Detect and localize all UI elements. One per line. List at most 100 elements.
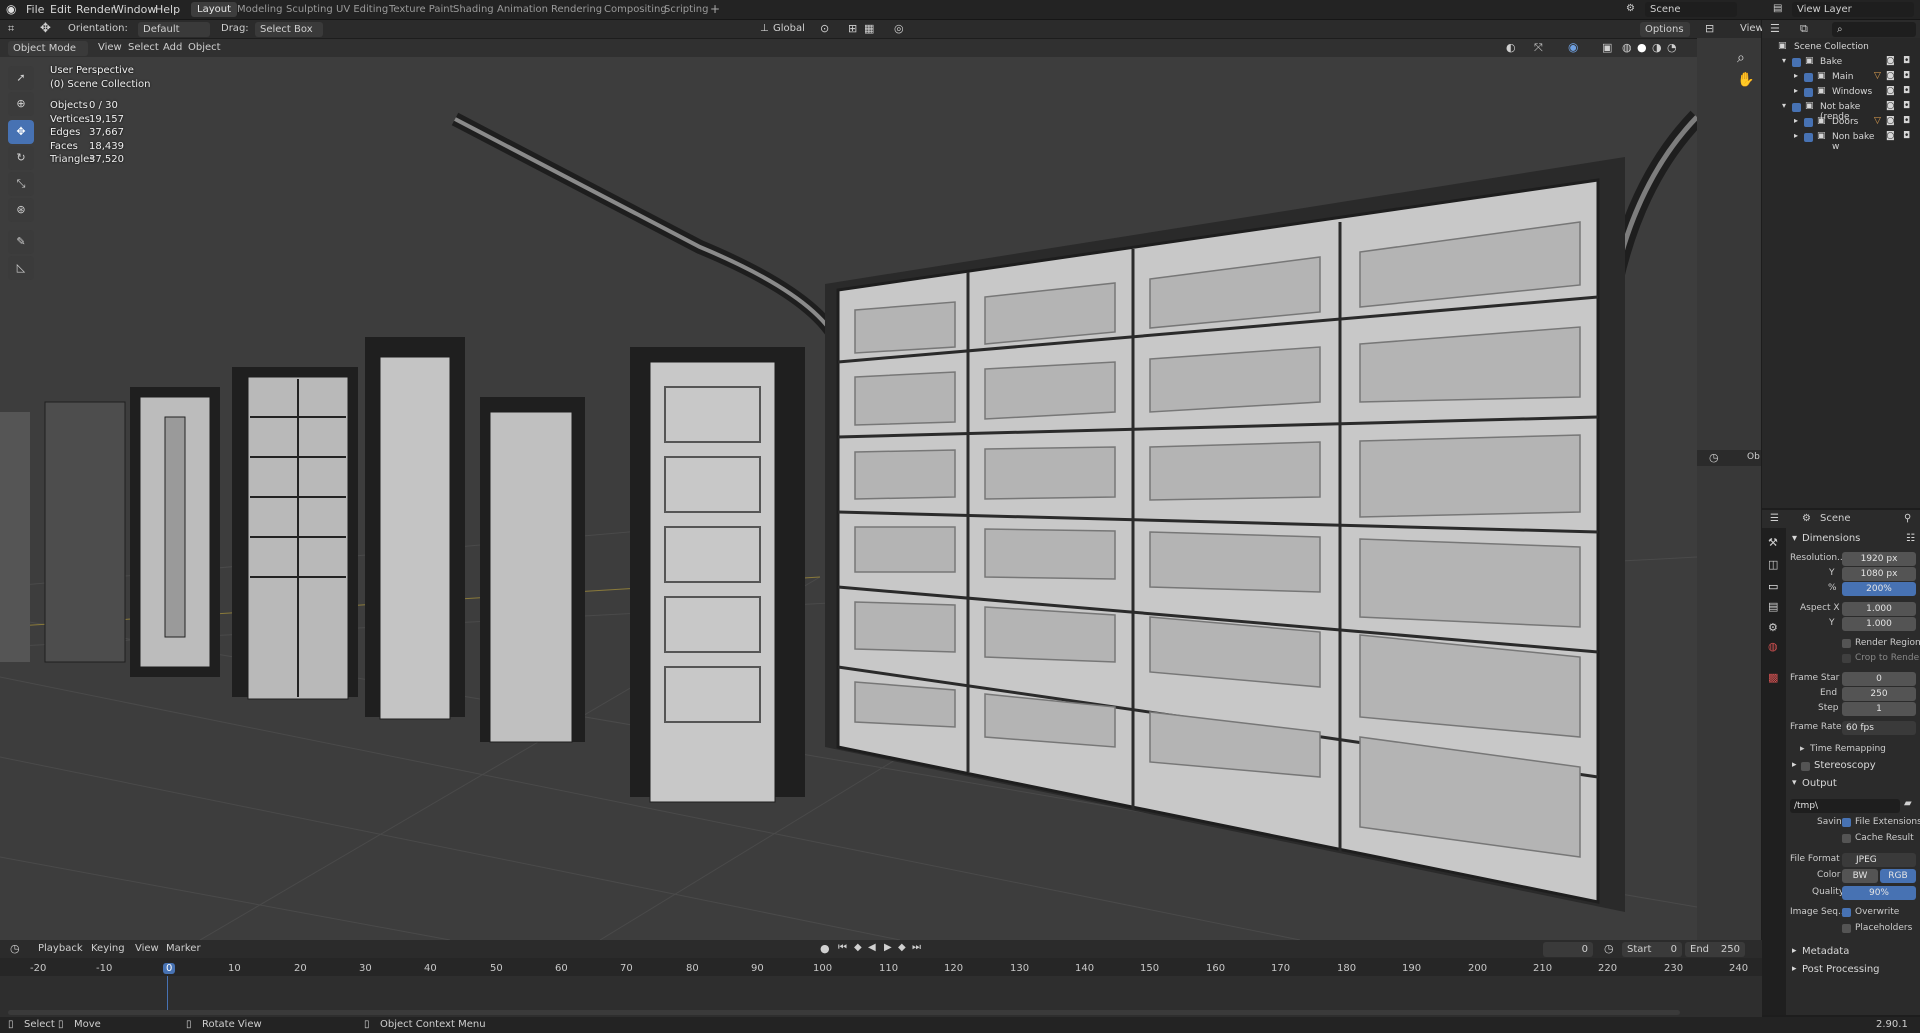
render-icon[interactable]: ◘ (1903, 56, 1910, 66)
scene-tab-icon[interactable]: ⚙ (1768, 621, 1778, 634)
options-dropdown[interactable]: Options (1640, 22, 1690, 37)
pan-hand-icon[interactable]: ✋ (1737, 72, 1754, 88)
menu-window[interactable]: Window (113, 3, 156, 16)
aspect-y-field[interactable]: 1.000 (1842, 617, 1916, 631)
outliner-row-bake[interactable]: ▾ ▣ Bake ◙ ◘ (1762, 55, 1920, 70)
render-icon[interactable]: ◘ (1903, 86, 1910, 96)
expand-right-icon[interactable]: ▸ (1794, 86, 1798, 95)
pivot-point-icon[interactable]: ⊙ (820, 22, 829, 35)
exclude-checkbox[interactable] (1804, 118, 1813, 127)
aspect-x-field[interactable]: 1.000 (1842, 602, 1916, 616)
pin-icon[interactable]: ⚲ (1904, 513, 1911, 524)
output-path-input[interactable]: /tmp\ (1790, 799, 1900, 813)
folder-icon[interactable]: ▰ (1904, 798, 1912, 809)
post-processing-section[interactable]: Post Processing (1802, 964, 1880, 975)
camera-icon[interactable]: ◙ (1886, 101, 1895, 111)
viewport-menu-object[interactable]: Object (188, 42, 221, 53)
outliner-row-doors[interactable]: ▸ ▣ Doors ▽ ◙ ◘ (1762, 115, 1920, 130)
visibility-icon[interactable]: ◐ (1506, 41, 1516, 54)
frame-rate-dropdown[interactable]: 60 fps (1842, 721, 1916, 735)
camera-icon[interactable]: ◙ (1886, 56, 1895, 66)
render-icon[interactable]: ◘ (1903, 116, 1910, 126)
outliner-row-windows[interactable]: ▸ ▣ Windows ◙ ◘ (1762, 85, 1920, 100)
render-icon[interactable]: ◘ (1903, 71, 1910, 81)
side-lower-type-icon[interactable]: ◷ (1709, 451, 1719, 464)
dimensions-expand-icon[interactable]: ▾ (1792, 533, 1797, 544)
timeline-scrollbar[interactable] (8, 1010, 1680, 1015)
camera-icon[interactable]: ◙ (1886, 71, 1895, 81)
output-tab-icon[interactable]: ▭ (1768, 580, 1778, 593)
snap-icon[interactable]: ⊞ (848, 22, 857, 35)
expand-right-icon[interactable]: ▸ (1794, 71, 1798, 80)
blender-logo-icon[interactable]: ◉ (6, 2, 16, 16)
next-keyframe-icon[interactable]: ◆ (898, 942, 906, 953)
expand-down-icon[interactable]: ▾ (1782, 56, 1786, 65)
xray-icon[interactable]: ▣ (1602, 41, 1612, 54)
select-tool-button[interactable]: ➚ (8, 66, 34, 90)
outliner-type-icon[interactable]: ☰ (1770, 22, 1780, 35)
expand-right-icon[interactable]: ▸ (1792, 946, 1797, 956)
menu-help[interactable]: Help (155, 3, 180, 16)
end-frame-field[interactable]: End 250 (1685, 942, 1745, 957)
current-frame-field[interactable]: 0 (1543, 942, 1593, 957)
scale-tool-button[interactable]: ⤡ (8, 172, 34, 196)
expand-right-icon[interactable]: ▸ (1794, 116, 1798, 125)
outliner-filter-icon[interactable]: ⧉ (1800, 22, 1808, 36)
dimensions-section-title[interactable]: Dimensions (1802, 533, 1860, 544)
expand-down-icon[interactable]: ▾ (1792, 778, 1797, 788)
file-extensions-checkbox[interactable] (1842, 818, 1851, 827)
material-shading-icon[interactable]: ◑ (1652, 41, 1662, 54)
render-icon[interactable]: ◘ (1903, 131, 1910, 141)
render-region-checkbox[interactable] (1842, 639, 1851, 648)
expand-right-icon[interactable]: ▸ (1792, 760, 1797, 770)
orientation-dropdown[interactable]: Default (138, 22, 210, 37)
camera-icon[interactable]: ◙ (1886, 131, 1895, 141)
frame-start-field[interactable]: 0 (1842, 672, 1916, 686)
outliner-row-main[interactable]: ▸ ▣ Main ▽ ◙ ◘ (1762, 70, 1920, 85)
exclude-checkbox[interactable] (1792, 58, 1801, 67)
outliner-row-non-bake[interactable]: ▸ ▣ Non bake w ◙ ◘ (1762, 130, 1920, 152)
expand-right-icon[interactable]: ▸ (1792, 964, 1797, 974)
add-workspace-icon[interactable]: + (710, 2, 720, 16)
exclude-checkbox[interactable] (1804, 133, 1813, 142)
keying-menu[interactable]: Keying (91, 943, 125, 954)
camera-icon[interactable]: ◙ (1886, 86, 1895, 96)
play-icon[interactable]: ▶ (884, 942, 892, 953)
scene-selector-icon[interactable]: ⚙ (1626, 3, 1635, 14)
render-tab-icon[interactable]: ◫ (1768, 558, 1778, 571)
timeline-body[interactable]: -20 -10 0 10 20 30 40 50 60 70 80 90 100… (0, 958, 1762, 1017)
viewport-menu-view[interactable]: View (98, 42, 122, 53)
playhead-frame[interactable]: 0 (163, 963, 176, 974)
output-section-title[interactable]: Output (1802, 778, 1837, 789)
menu-render[interactable]: Render (76, 3, 115, 16)
wireframe-shading-icon[interactable]: ◍ (1622, 41, 1632, 54)
outliner-row-not-bake[interactable]: ▾ ▣ Not bake (rende ◙ ◘ (1762, 100, 1920, 122)
stereoscopy-section[interactable]: Stereoscopy (1814, 760, 1876, 771)
playback-menu[interactable]: Playback (38, 943, 83, 954)
rendered-shading-icon[interactable]: ◔ (1667, 41, 1677, 54)
jump-start-icon[interactable]: ⏮ (838, 942, 847, 953)
play-reverse-icon[interactable]: ◀ (868, 942, 876, 953)
metadata-section[interactable]: Metadata (1802, 946, 1849, 957)
clock-icon[interactable]: ◷ (1604, 942, 1614, 955)
marker-menu[interactable]: Marker (166, 943, 201, 954)
texture-tab-icon[interactable]: ▩ (1768, 671, 1778, 684)
properties-type-icon[interactable]: ☰ (1770, 513, 1779, 524)
timeline-type-icon[interactable]: ◷ (10, 942, 20, 955)
exclude-checkbox[interactable] (1804, 88, 1813, 97)
view-layer-icon[interactable]: ▤ (1773, 3, 1782, 14)
editor-type-icon[interactable]: ⌗ (8, 22, 14, 36)
placeholders-checkbox[interactable] (1842, 924, 1851, 933)
start-frame-field[interactable]: Start 0 (1622, 942, 1682, 957)
viewport-menu-add[interactable]: Add (163, 42, 182, 53)
snap-target-icon[interactable]: ▦ (864, 22, 874, 35)
exclude-checkbox[interactable] (1804, 73, 1813, 82)
transform-orientation-dropdown[interactable]: Global (773, 23, 805, 34)
side-view-menu[interactable]: View (1740, 23, 1764, 34)
side-editor-type-icon[interactable]: ⊟ (1705, 22, 1714, 35)
render-icon[interactable]: ◘ (1903, 101, 1910, 111)
mode-dropdown[interactable]: Object Mode (8, 41, 88, 56)
annotate-tool-button[interactable]: ✎ (8, 230, 34, 254)
expand-right-icon[interactable]: ▸ (1800, 744, 1805, 754)
move-tool-button[interactable]: ✥ (8, 120, 34, 144)
